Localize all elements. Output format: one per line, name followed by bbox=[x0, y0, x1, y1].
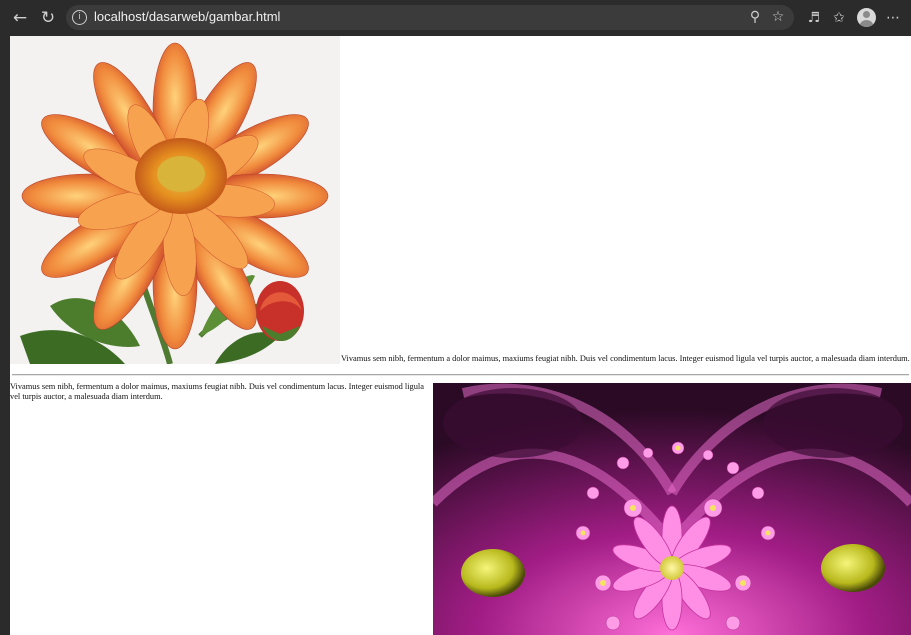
refresh-icon[interactable]: ↻ bbox=[38, 8, 58, 28]
profile-avatar[interactable] bbox=[857, 8, 876, 27]
horizontal-rule bbox=[12, 374, 909, 376]
first-section: Vivamus sem nibh, fermentum a dolor maim… bbox=[10, 36, 911, 365]
browser-toolbar: ← ↻ i localhost/dasarweb/gambar.html ⚲ ☆… bbox=[0, 0, 911, 36]
body-paragraph: Vivamus sem nibh, fermentum a dolor maim… bbox=[10, 382, 424, 401]
pink-fractal-flower-image bbox=[433, 383, 911, 635]
favorite-star-icon[interactable]: ☆ bbox=[769, 8, 787, 26]
back-icon[interactable]: ← bbox=[10, 8, 30, 28]
image-caption: Vivamus sem nibh, fermentum a dolor maim… bbox=[341, 354, 910, 363]
more-icon[interactable]: ⋯ bbox=[884, 9, 902, 27]
info-icon[interactable]: i bbox=[72, 10, 87, 25]
read-aloud-icon[interactable]: ♬ bbox=[805, 9, 823, 27]
address-bar[interactable]: i localhost/dasarweb/gambar.html ⚲ ☆ bbox=[66, 5, 794, 30]
orange-flower-image bbox=[10, 36, 340, 364]
zoom-icon[interactable]: ⚲ bbox=[746, 8, 764, 26]
favorites-icon[interactable]: ✩ bbox=[830, 9, 848, 27]
url-text[interactable]: localhost/dasarweb/gambar.html bbox=[94, 9, 280, 24]
page-viewport: Vivamus sem nibh, fermentum a dolor maim… bbox=[10, 36, 911, 635]
